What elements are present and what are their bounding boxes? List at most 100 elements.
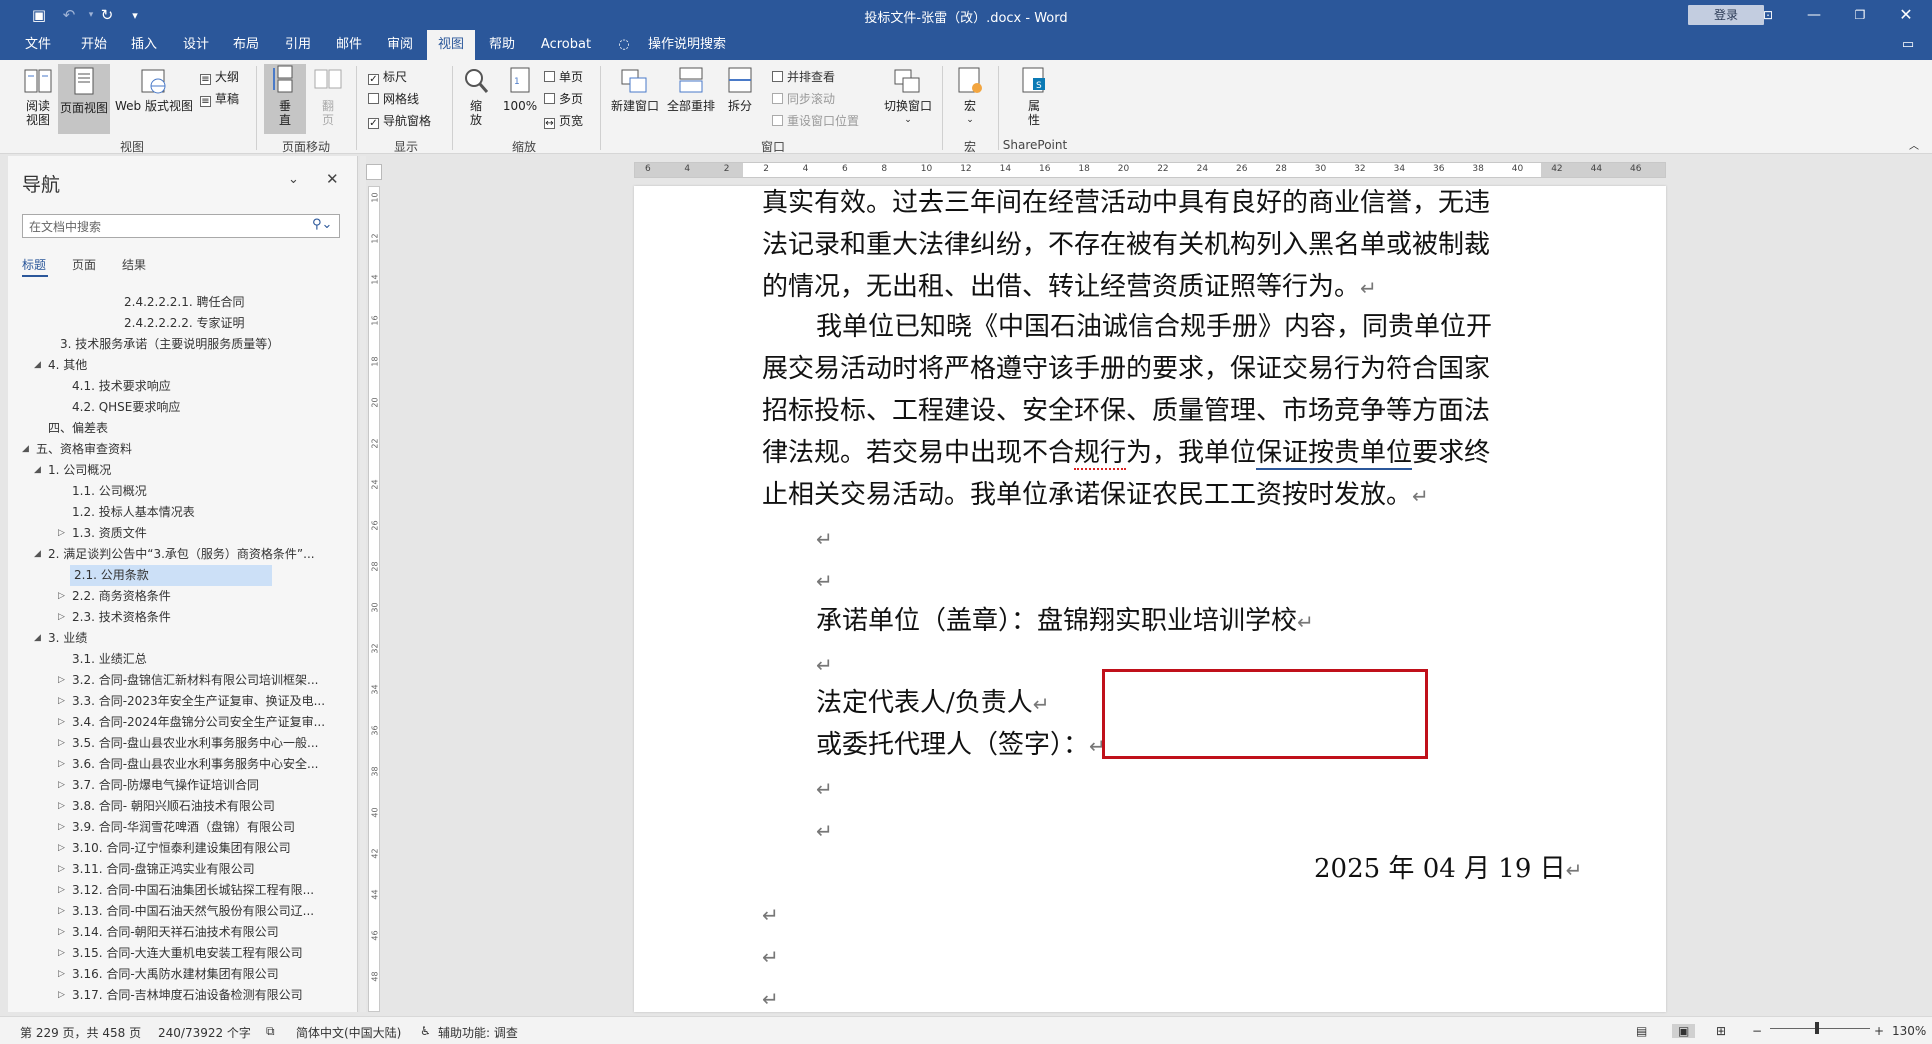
tell-me-search[interactable]: 操作说明搜索 bbox=[638, 30, 736, 60]
nav-heading-item[interactable]: ▷ 3.14. 合同-朝阳天祥石油技术有限公司 bbox=[14, 922, 334, 943]
collapsed-arrow-icon[interactable]: ▷ bbox=[58, 922, 65, 943]
nav-heading-item[interactable]: 1.2. 投标人基本情况表 bbox=[14, 502, 334, 523]
nav-heading-item[interactable]: 2.4.2.2.2.2. 专家证明 bbox=[14, 313, 334, 334]
expanded-arrow-icon[interactable]: ◢ bbox=[22, 439, 29, 460]
collapsed-arrow-icon[interactable]: ▷ bbox=[58, 880, 65, 901]
nav-heading-item[interactable]: ◢ 4. 其他 bbox=[14, 355, 334, 376]
collapsed-arrow-icon[interactable]: ▷ bbox=[58, 754, 65, 775]
nav-heading-item[interactable]: ▷ 3.5. 合同-盘山县农业水利事务服务中心一般... bbox=[14, 733, 334, 754]
collapsed-arrow-icon[interactable]: ▷ bbox=[58, 607, 65, 628]
nav-heading-item[interactable]: ◢ 五、资格审查资料 bbox=[14, 439, 334, 460]
accessibility-status[interactable]: 辅助功能: 调查 bbox=[438, 1024, 518, 1041]
print-layout-button[interactable]: 页面视图 bbox=[58, 64, 110, 134]
nav-heading-item[interactable]: ▷ 3.17. 合同-吉林坤度石油设备检测有限公司 bbox=[14, 985, 334, 1006]
nav-heading-item[interactable]: 4.1. 技术要求响应 bbox=[14, 376, 334, 397]
zoom-in-icon[interactable]: + bbox=[1874, 1024, 1884, 1038]
zoom-button[interactable]: 缩 放 bbox=[458, 66, 494, 127]
tab-mailings[interactable]: 邮件 bbox=[325, 30, 373, 60]
zoom-100-button[interactable]: 1 100% bbox=[500, 66, 540, 113]
outline-button[interactable]: ≡ 大纲 bbox=[200, 68, 239, 85]
search-icon[interactable]: ⚲⌄ bbox=[312, 217, 332, 232]
nav-heading-item[interactable]: ▷ 3.2. 合同-盘锦信汇新材料有限公司培训框架... bbox=[14, 670, 334, 691]
tab-design[interactable]: 设计 bbox=[172, 30, 220, 60]
nav-heading-item[interactable]: ▷ 3.4. 合同-2024年盘锦分公司安全生产证复审... bbox=[14, 712, 334, 733]
one-page-button[interactable]: 单页 bbox=[544, 68, 583, 85]
page-count[interactable]: 第 229 页，共 458 页 bbox=[20, 1024, 141, 1041]
nav-search-input[interactable]: 在文档中搜索 bbox=[22, 214, 340, 238]
collapsed-arrow-icon[interactable]: ▷ bbox=[58, 796, 65, 817]
collapsed-arrow-icon[interactable]: ▷ bbox=[58, 859, 65, 880]
nav-heading-item[interactable]: ▷ 3.10. 合同-辽宁恒泰利建设集团有限公司 bbox=[14, 838, 334, 859]
zoom-slider-thumb[interactable] bbox=[1815, 1022, 1819, 1034]
nav-heading-item[interactable]: ▷ 3.16. 合同-大禹防水建材集团有限公司 bbox=[14, 964, 334, 985]
collapsed-arrow-icon[interactable]: ▷ bbox=[58, 670, 65, 691]
nav-heading-item[interactable]: ◢ 1. 公司概况 bbox=[14, 460, 334, 481]
collapsed-arrow-icon[interactable]: ▷ bbox=[58, 964, 65, 985]
tab-pages[interactable]: 页面 bbox=[72, 256, 96, 273]
nav-heading-item[interactable]: ◢ 2. 满足谈判公告中“3.承包（服务）商资格条件”... bbox=[14, 544, 334, 565]
nav-heading-item[interactable]: 1.1. 公司概况 bbox=[14, 481, 334, 502]
collapsed-arrow-icon[interactable]: ▷ bbox=[58, 901, 65, 922]
close-icon[interactable]: ✕ bbox=[1886, 4, 1926, 26]
properties-button[interactable]: S 属 性 bbox=[1016, 66, 1052, 127]
tab-insert[interactable]: 插入 bbox=[120, 30, 168, 60]
grammar-flag[interactable]: 保证按贵单位 bbox=[1256, 438, 1413, 470]
nav-heading-item[interactable]: ▷ 3.3. 合同-2023年安全生产证复审、换证及电... bbox=[14, 691, 334, 712]
nav-heading-item[interactable]: ▷ 2.3. 技术资格条件 bbox=[14, 607, 334, 628]
nav-heading-item[interactable]: 2.4.2.2.2.1. 聘任合同 bbox=[14, 292, 334, 313]
language[interactable]: 简体中文(中国大陆) bbox=[296, 1024, 401, 1041]
sync-scroll-button[interactable]: 同步滚动 bbox=[772, 90, 835, 107]
nav-heading-item[interactable]: ▷ 3.8. 合同- 朝阳兴顺石油技术有限公司 bbox=[14, 796, 334, 817]
print-layout-icon[interactable]: ▣ bbox=[1672, 1024, 1696, 1038]
ribbon-display-icon[interactable]: ⊡ bbox=[1748, 4, 1788, 26]
nav-heading-item[interactable]: ▷ 3.15. 合同-大连大重机电安装工程有限公司 bbox=[14, 943, 334, 964]
read-mode-button[interactable]: 阅读 视图 bbox=[20, 66, 56, 127]
collapsed-arrow-icon[interactable]: ▷ bbox=[58, 985, 65, 1006]
side-to-side-button[interactable]: 翻 页 bbox=[310, 66, 346, 127]
zoom-level[interactable]: 130% bbox=[1892, 1024, 1926, 1038]
expanded-arrow-icon[interactable]: ◢ bbox=[34, 628, 41, 649]
nav-heading-item[interactable]: ▷ 3.13. 合同-中国石油天然气股份有限公司辽... bbox=[14, 901, 334, 922]
minimize-icon[interactable]: — bbox=[1794, 4, 1834, 26]
read-mode-icon[interactable]: ▤ bbox=[1636, 1024, 1647, 1038]
vertical-button[interactable]: 垂 直 bbox=[264, 64, 306, 134]
collapsed-arrow-icon[interactable]: ▷ bbox=[58, 733, 65, 754]
collapse-ribbon-icon[interactable]: ︿ bbox=[1906, 140, 1922, 154]
reset-position-button[interactable]: 重设窗口位置 bbox=[772, 112, 859, 129]
tab-results[interactable]: 结果 bbox=[122, 256, 146, 273]
nav-heading-item[interactable]: 四、偏差表 bbox=[14, 418, 334, 439]
tab-references[interactable]: 引用 bbox=[274, 30, 322, 60]
ruler-checkbox[interactable]: ✓ 标尺 bbox=[368, 68, 407, 85]
multi-page-button[interactable]: 多页 bbox=[544, 90, 583, 107]
nav-heading-item[interactable]: ▷ 3.12. 合同-中国石油集团长城钻探工程有限... bbox=[14, 880, 334, 901]
web-layout-icon[interactable]: ⊞ bbox=[1716, 1024, 1726, 1038]
tab-review[interactable]: 审阅 bbox=[376, 30, 424, 60]
tab-file[interactable]: 文件 bbox=[14, 30, 62, 60]
collapsed-arrow-icon[interactable]: ▷ bbox=[58, 838, 65, 859]
gridlines-checkbox[interactable]: 网格线 bbox=[368, 90, 419, 107]
arrange-all-button[interactable]: 全部重排 bbox=[664, 66, 718, 113]
nav-heading-item[interactable]: ▷2.1. 公用条款 bbox=[70, 565, 272, 586]
nav-pane-checkbox[interactable]: ✓ 导航窗格 bbox=[368, 112, 431, 129]
nav-heading-item[interactable]: ▷ 3.11. 合同-盘锦正鸿实业有限公司 bbox=[14, 859, 334, 880]
new-window-button[interactable]: 新建窗口 bbox=[608, 66, 662, 113]
tab-layout[interactable]: 布局 bbox=[222, 30, 270, 60]
nav-options-icon[interactable]: ⌄ bbox=[288, 172, 299, 187]
collapsed-arrow-icon[interactable]: ▷ bbox=[58, 523, 65, 544]
tab-acrobat[interactable]: Acrobat bbox=[534, 30, 598, 60]
nav-heading-item[interactable]: ▷ 3.9. 合同-华润雪花啤酒（盘锦）有限公司 bbox=[14, 817, 334, 838]
tab-help[interactable]: 帮助 bbox=[478, 30, 526, 60]
collapsed-arrow-icon[interactable]: ▷ bbox=[58, 712, 65, 733]
tab-headings[interactable]: 标题 bbox=[22, 256, 46, 273]
tab-selector[interactable] bbox=[366, 164, 382, 180]
tab-view[interactable]: 视图 bbox=[427, 30, 475, 60]
side-by-side-button[interactable]: 并排查看 bbox=[772, 68, 835, 85]
nav-heading-item[interactable]: 4.2. QHSE要求响应 bbox=[14, 397, 334, 418]
nav-heading-item[interactable]: ◢ 3. 业绩 bbox=[14, 628, 334, 649]
web-layout-button[interactable]: Web 版式视图 bbox=[112, 66, 196, 113]
nav-heading-item[interactable]: ▷ 3.6. 合同-盘山县农业水利事务服务中心安全... bbox=[14, 754, 334, 775]
nav-heading-item[interactable]: ▷ 2.2. 商务资格条件 bbox=[14, 586, 334, 607]
restore-icon[interactable]: ❐ bbox=[1840, 4, 1880, 26]
close-icon[interactable]: ✕ bbox=[326, 170, 339, 188]
collapsed-arrow-icon[interactable]: ▷ bbox=[58, 775, 65, 796]
